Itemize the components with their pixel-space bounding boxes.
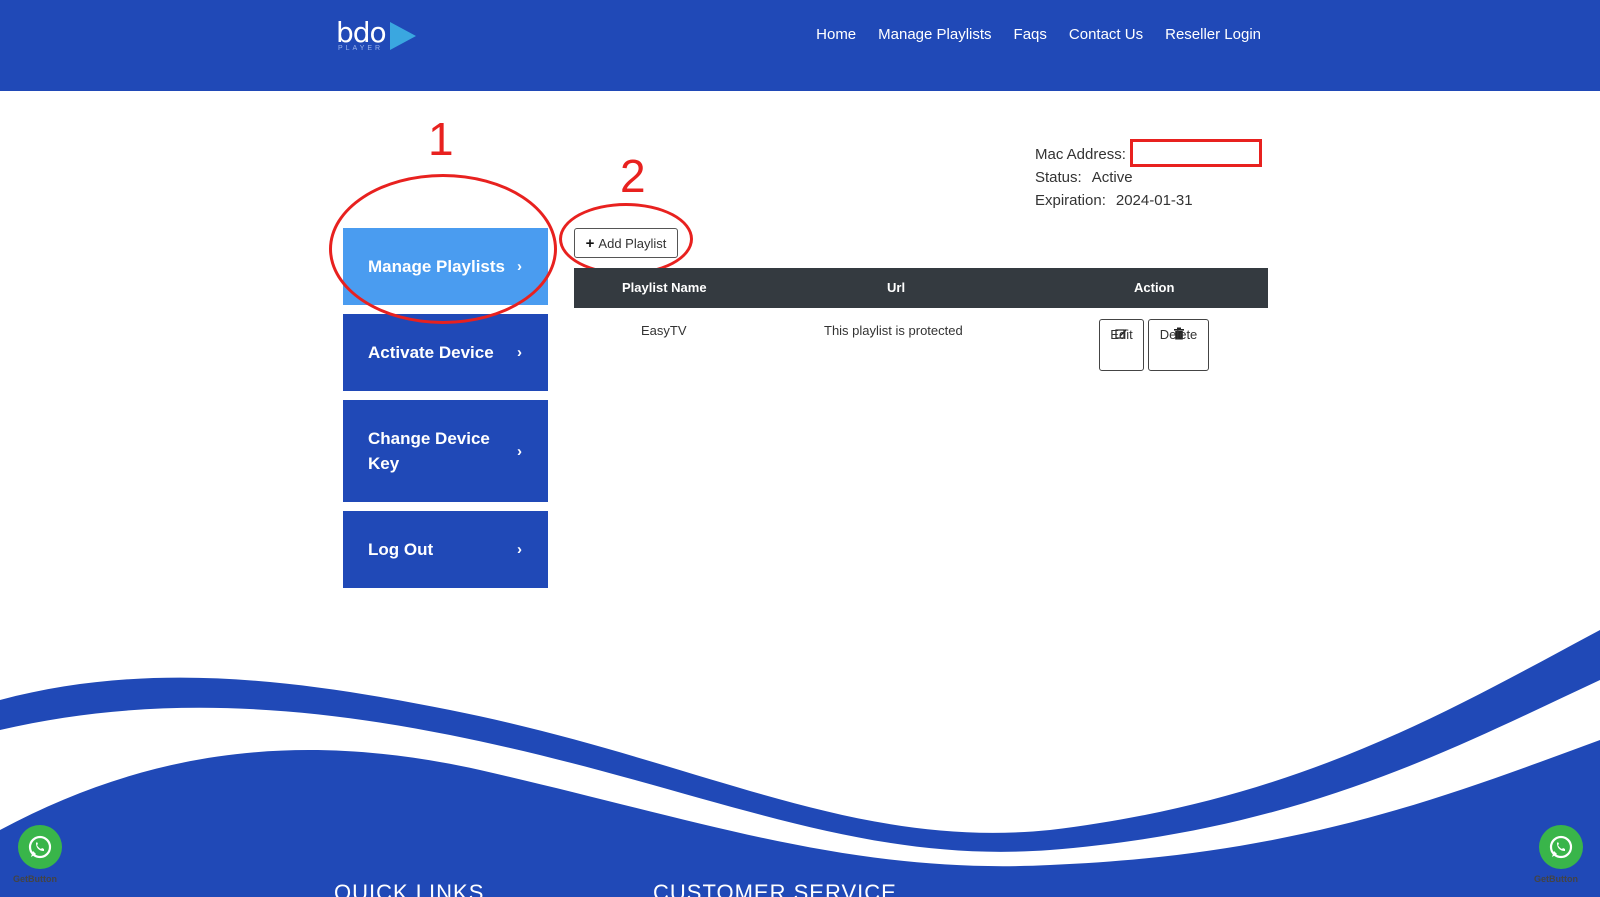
chevron-right-icon: › (517, 442, 522, 460)
playlist-url-cell: This playlist is protected (824, 323, 963, 338)
chevron-right-icon: › (517, 541, 522, 558)
status-label: Status: (1035, 169, 1082, 186)
sidebar-item-log-out[interactable]: Log Out › (343, 511, 548, 588)
sidebar-item-change-device-key[interactable]: Change Device Key › (343, 400, 548, 502)
column-header-action: Action (1134, 280, 1175, 295)
plus-icon: + (585, 234, 595, 252)
table-row: EasyTV This playlist is protected Edit D… (574, 316, 1268, 376)
status-value: Active (1091, 169, 1133, 186)
whatsapp-icon (1549, 835, 1573, 859)
playlist-name-cell: EasyTV (641, 323, 687, 338)
delete-label: Delete (1159, 327, 1198, 342)
expiration-row: Expiration: 2024-01-31 (1035, 189, 1193, 212)
sidebar-item-label: Activate Device (368, 343, 494, 362)
add-playlist-button[interactable]: + Add Playlist (574, 228, 678, 258)
sidebar-item-label: Log Out (368, 540, 434, 559)
nav-home[interactable]: Home (816, 26, 856, 43)
chevron-right-icon: › (517, 344, 522, 361)
mac-address-label: Mac Address: (1035, 146, 1126, 163)
sidebar-item-label: Change Device Key (368, 429, 490, 473)
annotation-number-2: 2 (620, 150, 646, 202)
annotation-circle-1 (329, 174, 557, 324)
nav-faqs[interactable]: Faqs (1014, 26, 1047, 43)
nav-reseller-login[interactable]: Reseller Login (1165, 26, 1261, 43)
column-header-playlist-name: Playlist Name (622, 280, 707, 295)
edit-label: Edit (1110, 327, 1133, 342)
whatsapp-button-right[interactable] (1539, 825, 1583, 869)
column-header-url: Url (887, 280, 906, 295)
status-row: Status: Active (1035, 166, 1193, 189)
main-nav: Home Manage Playlists Faqs Contact Us Re… (816, 26, 1261, 43)
playlist-table-header: Playlist Name Url Action (574, 268, 1268, 308)
sidebar-item-activate-device[interactable]: Activate Device › (343, 314, 548, 391)
play-icon (390, 22, 416, 50)
add-playlist-label: Add Playlist (598, 235, 667, 251)
getbutton-label-right: GetButton (1534, 874, 1578, 884)
edit-button[interactable]: Edit (1099, 319, 1144, 371)
logo-subtext: PLAYER (338, 45, 384, 52)
getbutton-label-left: GetButton (13, 874, 57, 884)
site-header: bdo PLAYER Home Manage Playlists Faqs Co… (0, 0, 1600, 91)
expiration-label: Expiration: (1035, 192, 1106, 209)
mac-address-redaction-box (1130, 139, 1262, 167)
bdo-logo[interactable]: bdo PLAYER (336, 18, 426, 54)
expiration-value: 2024-01-31 (1115, 192, 1193, 209)
delete-button[interactable]: Delete (1148, 319, 1209, 371)
footer-wave-decoration (0, 630, 1600, 897)
nav-contact-us[interactable]: Contact Us (1069, 26, 1143, 43)
nav-manage-playlists[interactable]: Manage Playlists (878, 26, 991, 43)
logo-text: bdo (336, 16, 387, 49)
footer-customer-service-heading: CUSTOMER SERVICE (653, 880, 897, 897)
whatsapp-button-left[interactable] (18, 825, 62, 869)
page: bdo PLAYER Home Manage Playlists Faqs Co… (0, 0, 1600, 897)
annotation-number-1: 1 (428, 113, 454, 165)
whatsapp-icon (28, 835, 52, 859)
footer-quick-links-heading: QUICK LINKS (334, 880, 485, 897)
